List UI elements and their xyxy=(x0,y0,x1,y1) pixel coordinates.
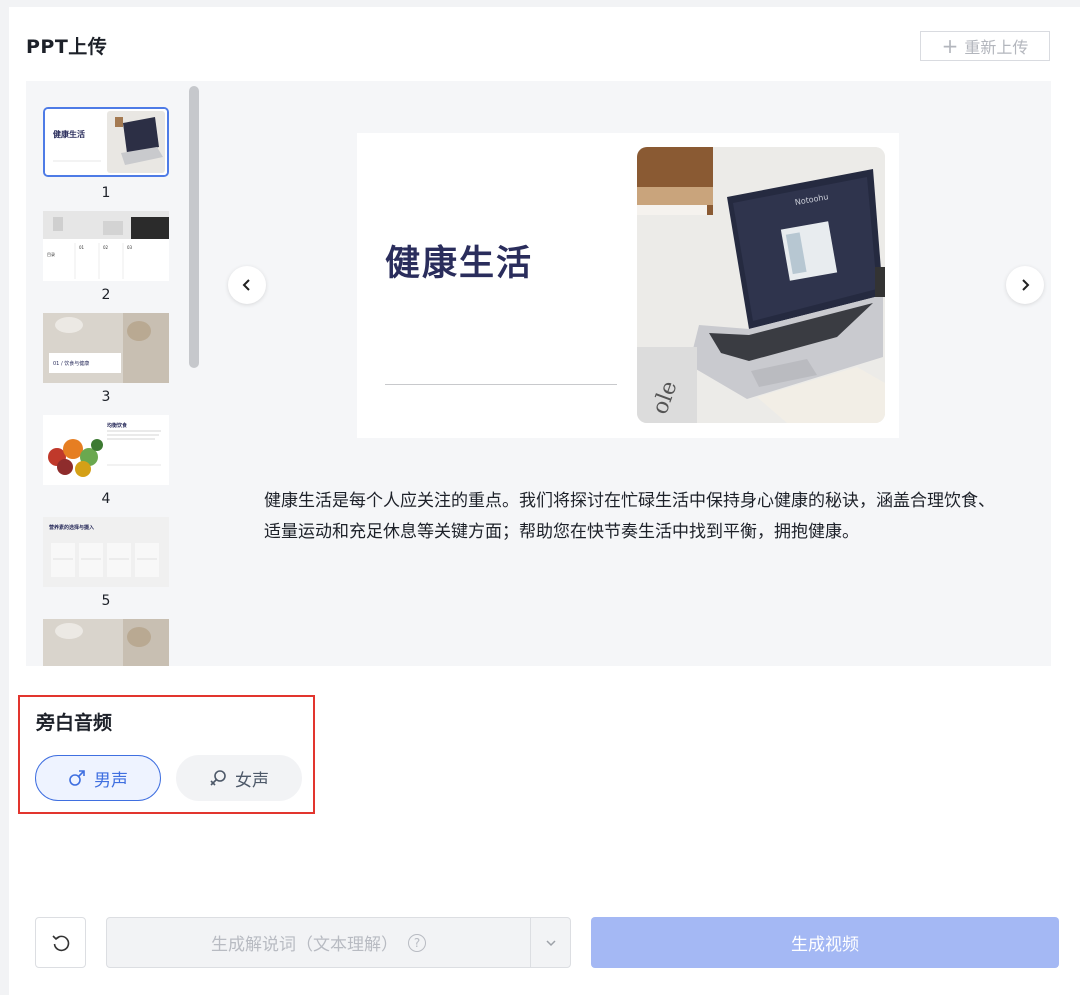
slide-number: 3 xyxy=(101,389,111,405)
slide-preview-area: 健康生活 Notoohu ole 健康生活是每个人应关注的重点。我们将探讨在忙碌… xyxy=(205,81,1051,666)
plus-icon: + xyxy=(941,34,959,58)
svg-text:02: 02 xyxy=(103,245,109,250)
narration-audio-title: 旁白音频 xyxy=(36,712,113,734)
male-symbol-icon xyxy=(69,770,85,786)
slide-number: 2 xyxy=(101,287,111,303)
female-symbol-icon xyxy=(210,770,226,786)
thumbnail-scrollbar[interactable] xyxy=(189,86,199,368)
generate-script-label: 生成解说词（文本理解） xyxy=(211,935,398,955)
slide-divider-line xyxy=(385,384,617,385)
thumbnail-6-preview xyxy=(43,619,169,666)
thumbnail-1-preview: 健康生活 xyxy=(45,109,167,175)
slide-thumbnail-3[interactable]: 01 / 饮食与健康 xyxy=(43,313,169,383)
chevron-down-icon xyxy=(546,939,556,946)
laptop-photo: Notoohu ole xyxy=(637,147,885,423)
generate-script-dropdown[interactable] xyxy=(531,918,571,967)
slide-thumbnail-4[interactable]: 均衡饮食 xyxy=(43,415,169,485)
thumbnail-5-label: 营养素的选择与摄入 xyxy=(49,524,94,531)
thumbnail-4-preview: 均衡饮食 xyxy=(43,415,169,485)
female-voice-label: 女声 xyxy=(235,770,269,791)
chevron-right-icon xyxy=(1022,279,1030,291)
slide-thumbnail-5[interactable]: 营养素的选择与摄入 xyxy=(43,517,169,587)
page-title: PPT上传 xyxy=(26,36,108,58)
svg-text:03: 03 xyxy=(127,245,133,250)
reset-button[interactable] xyxy=(35,917,86,968)
slide-thumbnail-6[interactable] xyxy=(43,619,169,666)
chevron-left-icon xyxy=(242,279,250,291)
reupload-label: 重新上传 xyxy=(964,38,1029,57)
male-voice-button[interactable]: 男声 xyxy=(35,755,161,801)
help-icon[interactable]: ? xyxy=(408,933,426,952)
slide-laptop-image: Notoohu ole xyxy=(637,147,885,423)
thumbnail-5-preview: 营养素的选择与摄入 xyxy=(43,517,169,587)
female-voice-button[interactable]: 女声 xyxy=(176,755,302,801)
thumbnail-2-label: 目录 xyxy=(47,251,55,257)
slide-number: 1 xyxy=(101,185,111,201)
slide-thumbnail-2[interactable]: 01 02 03 目录 xyxy=(43,211,169,281)
thumbnail-4-label: 均衡饮食 xyxy=(107,422,128,429)
previous-slide-button[interactable] xyxy=(228,266,266,304)
generate-script-button[interactable]: 生成解说词（文本理解） ? xyxy=(107,918,530,967)
slide-thumbnail-list[interactable]: 健康生活 1 01 02 03 目录 2 01 / 饮食与健康 3 均衡饮食 4… xyxy=(26,81,212,666)
male-voice-label: 男声 xyxy=(94,770,128,791)
thumbnail-3-preview: 01 / 饮食与健康 xyxy=(43,313,169,383)
thumbnail-2-preview: 01 02 03 目录 xyxy=(43,211,169,281)
slide-notes-text: 健康生活是每个人应关注的重点。我们将探讨在忙碌生活中保持身心健康的秘诀，涵盖合理… xyxy=(264,491,995,542)
slide-number: 5 xyxy=(101,593,111,609)
current-slide: 健康生活 Notoohu ole xyxy=(357,133,899,438)
generate-script-control: 生成解说词（文本理解） ? xyxy=(106,917,571,968)
refresh-icon xyxy=(51,934,69,951)
svg-text:01: 01 xyxy=(79,245,85,250)
thumbnail-3-label: 01 / 饮食与健康 xyxy=(53,360,89,367)
generate-video-button[interactable]: 生成视频 xyxy=(591,917,1059,968)
thumbnail-1-title: 健康生活 xyxy=(53,129,85,139)
reupload-button[interactable]: + 重新上传 xyxy=(920,31,1050,61)
next-slide-button[interactable] xyxy=(1006,266,1044,304)
narration-audio-section: 旁白音频 男声 女声 xyxy=(18,695,315,814)
slide-thumbnail-1[interactable]: 健康生活 xyxy=(43,107,169,177)
slide-title: 健康生活 xyxy=(385,244,534,284)
slide-number: 4 xyxy=(101,491,111,507)
